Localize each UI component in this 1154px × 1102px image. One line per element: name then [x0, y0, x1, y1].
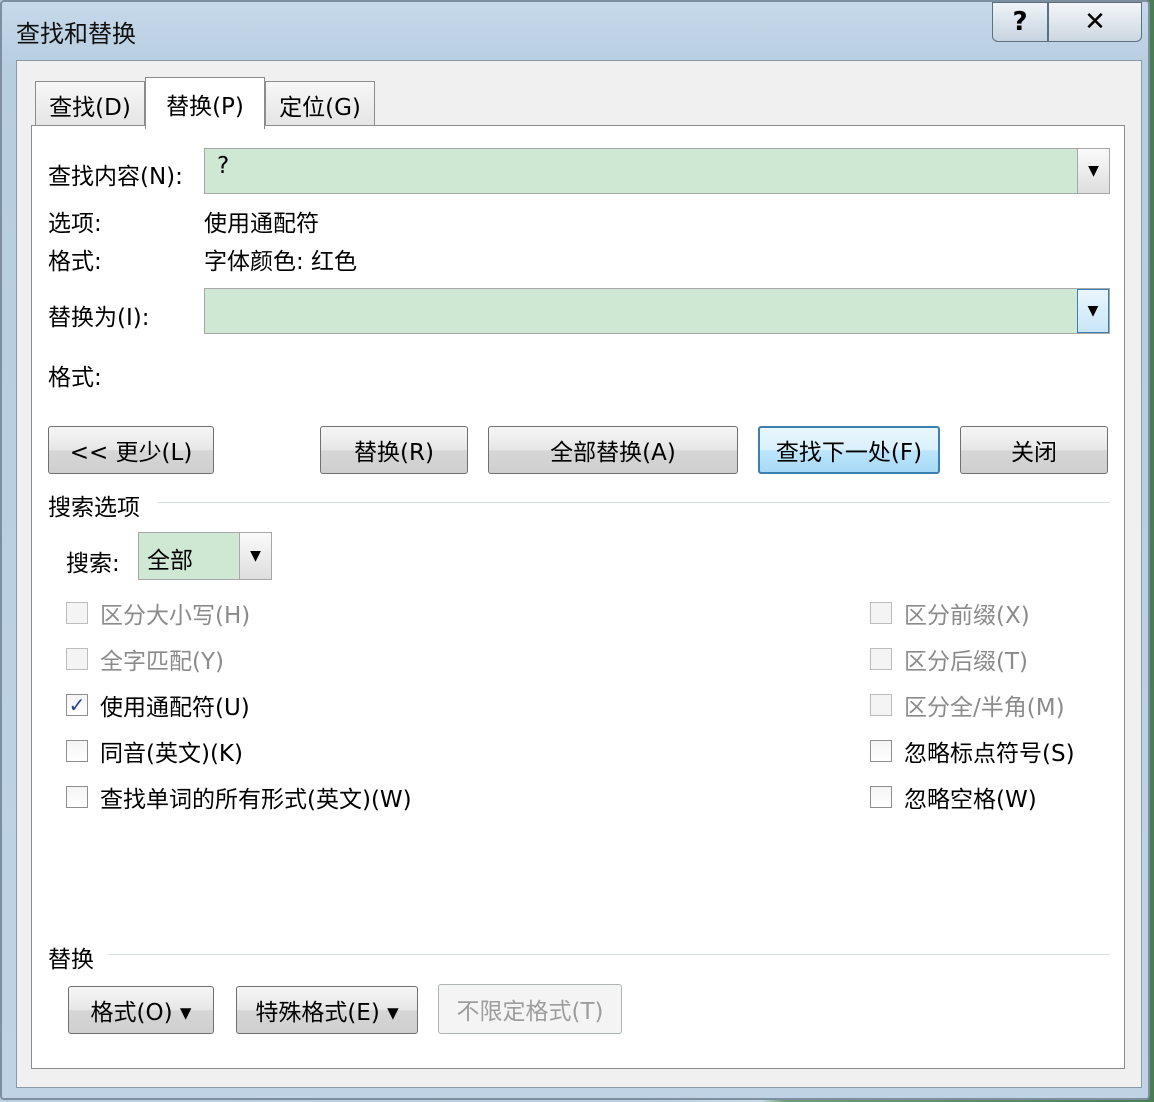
find-what-label: 查找内容(N):	[48, 164, 183, 190]
find-format-value: 字体颜色: 红色	[204, 249, 358, 275]
checkbox-label: 区分前缀(X)	[904, 603, 1030, 629]
search-options-divider	[158, 502, 1110, 503]
options-label: 选项:	[48, 211, 102, 237]
special-button[interactable]: 特殊格式(E) ▾	[236, 986, 418, 1034]
find-format-label: 格式:	[48, 249, 102, 275]
replace-section-divider	[108, 954, 1110, 955]
checkbox-label: 区分大小写(H)	[100, 603, 251, 629]
replace-all-button[interactable]: 全部替换(A)	[488, 426, 738, 474]
help-icon: ?	[1012, 7, 1028, 37]
checkbox-label: 查找单词的所有形式(英文)(W)	[100, 787, 412, 813]
match-case-checkbox[interactable]: 区分大小写(H)	[66, 596, 250, 630]
tab-replace[interactable]: 替换(P)	[145, 77, 265, 129]
chevron-down-icon: ▼	[1087, 303, 1099, 319]
dialog-body: 查找(D) 替换(P) 定位(G) 查找内容(N): ? ▼ 选项: 使用通配符…	[16, 60, 1142, 1088]
match-suffix-checkbox[interactable]: 区分后缀(T)	[870, 642, 1028, 676]
replace-button[interactable]: 替换(R)	[320, 426, 468, 474]
tab-find[interactable]: 查找(D)	[35, 81, 145, 127]
find-replace-dialog: 查找和替换 ? ✕ 查找(D) 替换(P) 定位(G) 查找内容(N): ? ▼…	[0, 0, 1150, 1100]
checkbox-box	[66, 740, 88, 762]
checkbox-box	[870, 786, 892, 808]
checkbox-label: 使用通配符(U)	[100, 695, 250, 721]
less-button[interactable]: << 更少(L)	[48, 426, 214, 474]
checkbox-box	[66, 786, 88, 808]
check-icon: ✓	[68, 693, 86, 717]
match-width-checkbox[interactable]: 区分全/半角(M)	[870, 688, 1065, 722]
sounds-like-checkbox[interactable]: 同音(英文)(K)	[66, 734, 243, 768]
close-icon: ✕	[1084, 7, 1106, 37]
search-options-heading: 搜索选项	[48, 495, 140, 521]
chevron-down-icon: ▼	[1088, 163, 1099, 179]
checkbox-box: ✓	[66, 693, 88, 717]
chevron-down-icon: ▼	[250, 548, 261, 564]
match-prefix-checkbox[interactable]: 区分前缀(X)	[870, 596, 1030, 630]
checkbox-label: 全字匹配(Y)	[100, 649, 224, 675]
no-formatting-button[interactable]: 不限定格式(T)	[438, 984, 622, 1034]
checkbox-box	[66, 602, 88, 624]
find-next-button[interactable]: 查找下一处(F)	[758, 426, 940, 474]
tab-goto[interactable]: 定位(G)	[265, 81, 375, 127]
all-word-forms-checkbox[interactable]: 查找单词的所有形式(英文)(W)	[66, 780, 412, 814]
checkbox-label: 区分全/半角(M)	[904, 695, 1065, 721]
replace-format-label: 格式:	[48, 365, 102, 391]
replace-with-label: 替换为(I):	[48, 305, 150, 331]
format-button[interactable]: 格式(O) ▾	[68, 986, 214, 1034]
checkbox-label: 忽略标点符号(S)	[904, 741, 1075, 767]
ignore-punctuation-checkbox[interactable]: 忽略标点符号(S)	[870, 734, 1075, 768]
find-what-combo[interactable]: ? ▼	[204, 148, 1110, 194]
use-wildcards-checkbox[interactable]: ✓ 使用通配符(U)	[66, 688, 250, 722]
checkbox-label: 忽略空格(W)	[904, 787, 1037, 813]
find-what-dropdown-button[interactable]: ▼	[1077, 149, 1109, 193]
search-direction-select[interactable]: 全部 ▼	[138, 532, 272, 580]
checkbox-box	[66, 648, 88, 670]
whole-word-checkbox[interactable]: 全字匹配(Y)	[66, 642, 224, 676]
replace-tab-panel: 查找内容(N): ? ▼ 选项: 使用通配符 格式: 字体颜色: 红色 替换为(…	[31, 125, 1125, 1069]
search-direction-label: 搜索:	[66, 551, 120, 577]
replace-section-heading: 替换	[48, 947, 94, 973]
search-direction-value: 全部	[147, 548, 193, 574]
checkbox-label: 区分后缀(T)	[904, 649, 1028, 675]
checkbox-box	[870, 602, 892, 624]
help-button[interactable]: ?	[992, 2, 1048, 42]
close-button[interactable]: 关闭	[960, 426, 1108, 474]
find-what-value: ?	[217, 153, 230, 179]
search-direction-dropdown-button[interactable]: ▼	[239, 533, 271, 579]
replace-with-dropdown-button[interactable]: ▼	[1077, 289, 1109, 333]
checkbox-label: 同音(英文)(K)	[100, 741, 243, 767]
window-close-button[interactable]: ✕	[1048, 2, 1142, 42]
ignore-spaces-checkbox[interactable]: 忽略空格(W)	[870, 780, 1037, 814]
options-value: 使用通配符	[204, 211, 319, 237]
checkbox-box	[870, 694, 892, 716]
replace-with-combo[interactable]: ▼	[204, 288, 1110, 334]
window-title: 查找和替换	[16, 20, 136, 48]
checkbox-box	[870, 740, 892, 762]
checkbox-box	[870, 648, 892, 670]
